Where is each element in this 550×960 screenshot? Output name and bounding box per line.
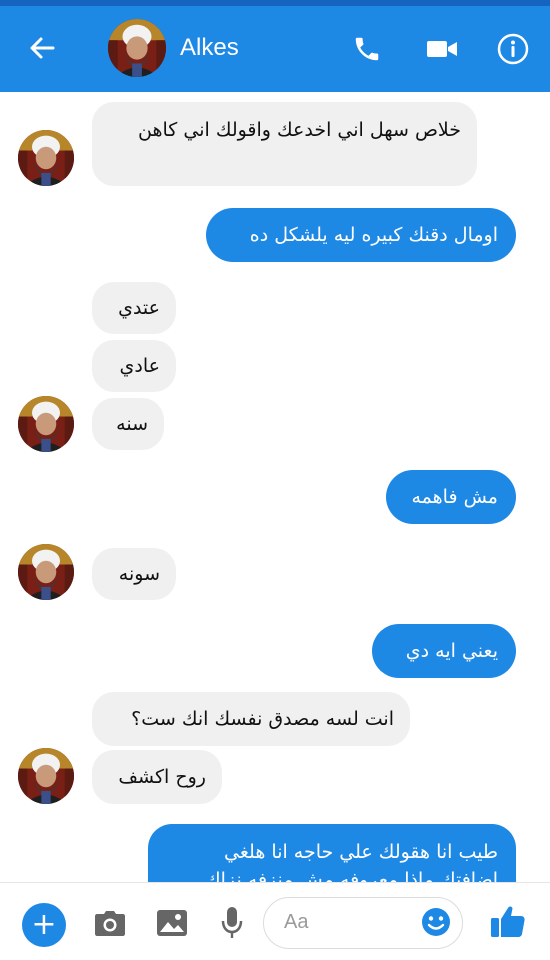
like-button[interactable]	[486, 901, 530, 945]
outgoing-message[interactable]: طيب انا هقولك علي حاجه انا هلغي اضافتك م…	[148, 824, 516, 882]
incoming-message[interactable]: سنه	[92, 398, 164, 450]
contact-name[interactable]: Alkes	[180, 34, 239, 62]
more-actions-button[interactable]: +	[22, 903, 66, 947]
image-icon	[156, 909, 188, 941]
phone-icon	[352, 34, 382, 68]
voice-button[interactable]	[214, 905, 250, 945]
incoming-message[interactable]: روح اكشف	[92, 750, 222, 804]
info-button[interactable]	[490, 28, 536, 74]
plus-icon: +	[31, 907, 57, 942]
message-input-placeholder: Aa	[284, 911, 309, 933]
incoming-message[interactable]: عتدي	[92, 282, 176, 334]
incoming-message[interactable]: انت لسه مصدق نفسك انك ست؟	[92, 692, 410, 746]
back-button[interactable]	[18, 30, 66, 70]
gallery-button[interactable]	[152, 905, 192, 945]
incoming-message[interactable]: عادي	[92, 340, 176, 392]
camera-button[interactable]	[90, 905, 130, 945]
message-list[interactable]: خلاص سهل اني اخدعك واقولك اني كاهن اومال…	[0, 92, 550, 882]
outgoing-message[interactable]: يعني ايه دي	[372, 624, 516, 678]
call-button[interactable]	[344, 28, 390, 74]
camera-icon	[94, 909, 126, 941]
microphone-icon	[221, 906, 243, 944]
arrow-left-icon	[29, 36, 55, 64]
sender-avatar	[18, 396, 74, 452]
message-composer: + Aa	[0, 882, 550, 960]
sender-avatar	[18, 544, 74, 600]
chat-header: Alkes	[0, 6, 550, 92]
info-icon	[497, 33, 529, 69]
contact-avatar[interactable]	[108, 19, 166, 77]
incoming-message[interactable]: سونه	[92, 548, 176, 600]
emoji-button[interactable]	[418, 906, 454, 942]
outgoing-message[interactable]: مش فاهمه	[386, 470, 516, 524]
thumbs-up-icon	[489, 902, 527, 944]
smiley-icon	[420, 906, 452, 942]
message-input[interactable]: Aa	[263, 897, 463, 949]
outgoing-message[interactable]: اومال دقنك كبيره ليه يلشكل ده	[206, 208, 516, 262]
sender-avatar	[18, 748, 74, 804]
video-call-button[interactable]	[418, 28, 466, 74]
sender-avatar	[18, 130, 74, 186]
incoming-message[interactable]: خلاص سهل اني اخدعك واقولك اني كاهن	[92, 102, 477, 186]
video-camera-icon	[426, 37, 458, 65]
